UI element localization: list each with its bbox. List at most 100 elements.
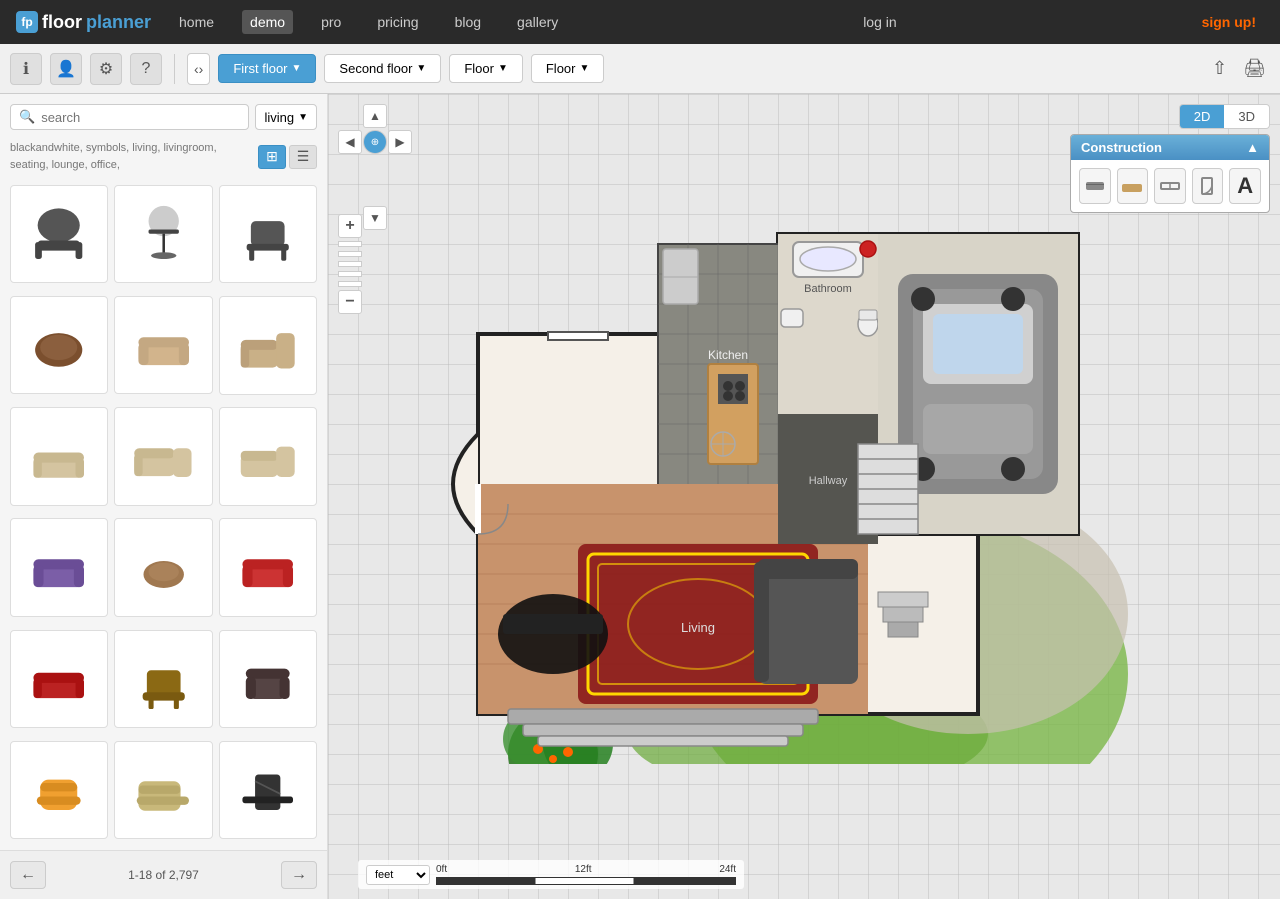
svg-text:Living: Living bbox=[681, 620, 715, 635]
help-icon[interactable]: ? bbox=[130, 53, 162, 85]
svg-text:Kitchen: Kitchen bbox=[708, 348, 748, 362]
svg-text:Hallway: Hallway bbox=[809, 475, 848, 487]
zoom-tick-2 bbox=[338, 251, 362, 257]
construction-collapse[interactable]: ▲ bbox=[1246, 140, 1259, 155]
furniture-item-7[interactable] bbox=[114, 407, 212, 505]
scale-bar: feet meters 0ft 12ft 24ft bbox=[358, 860, 744, 889]
furniture-item-17[interactable] bbox=[219, 741, 317, 839]
furniture-item-10[interactable] bbox=[114, 518, 212, 616]
floor-tab-second[interactable]: Second floor ▼ bbox=[324, 54, 441, 83]
furniture-item-15[interactable] bbox=[10, 741, 108, 839]
pan-center-button[interactable]: ⊕ bbox=[363, 130, 387, 154]
pan-down-button[interactable]: ▼ bbox=[363, 206, 387, 230]
furniture-item-9[interactable] bbox=[10, 518, 108, 616]
furniture-item-12[interactable] bbox=[10, 630, 108, 728]
furniture-item-3[interactable] bbox=[10, 296, 108, 394]
print-icon[interactable]: 🖨 bbox=[1239, 54, 1270, 83]
list-view-btn[interactable]: ☰ bbox=[289, 145, 317, 169]
view-mode-toggle: 2D 3D bbox=[1179, 104, 1270, 129]
furniture-item-0[interactable] bbox=[10, 185, 108, 283]
mode-2d-button[interactable]: 2D bbox=[1180, 105, 1225, 128]
signup-link[interactable]: sign up! bbox=[1194, 10, 1264, 34]
ruler-bar bbox=[436, 877, 736, 885]
nav-pricing[interactable]: pricing bbox=[369, 10, 426, 34]
search-icon: 🔍 bbox=[19, 109, 35, 125]
toolbar: ℹ 👤 ⚙ ? ‹› First floor ▼ Second floor ▼ … bbox=[0, 44, 1280, 94]
furniture-item-1[interactable] bbox=[114, 185, 212, 283]
furniture-item-13[interactable] bbox=[114, 630, 212, 728]
search-bar: 🔍 living ▼ bbox=[0, 94, 327, 140]
pan-right-button[interactable]: ▶ bbox=[388, 130, 412, 154]
main-area: 🔍 living ▼ blackandwhite, symbols, livin… bbox=[0, 94, 1280, 899]
share-icon[interactable]: ⇧ bbox=[1208, 54, 1231, 83]
user-icon[interactable]: 👤 bbox=[50, 53, 82, 85]
zoom-out-button[interactable]: − bbox=[338, 290, 362, 314]
unit-select[interactable]: feet meters bbox=[366, 865, 430, 885]
window-tool[interactable] bbox=[1154, 168, 1186, 204]
page-info: 1-18 of 2,797 bbox=[56, 868, 271, 882]
nav-pro[interactable]: pro bbox=[313, 10, 349, 34]
prev-page-button[interactable]: ← bbox=[10, 861, 46, 889]
nav-gallery[interactable]: gallery bbox=[509, 10, 566, 34]
zoom-tick-3 bbox=[338, 261, 362, 267]
furniture-item-4[interactable] bbox=[114, 296, 212, 394]
svg-text:Bathroom: Bathroom bbox=[804, 283, 852, 295]
construction-panel: Construction ▲ A bbox=[1070, 134, 1270, 213]
dropdown-arrow: ▼ bbox=[298, 112, 308, 123]
grid-view-btn[interactable]: ⊞ bbox=[258, 145, 286, 169]
floor-tool[interactable] bbox=[1117, 168, 1149, 204]
pan-left-button[interactable]: ◀ bbox=[338, 130, 362, 154]
wall-tool[interactable] bbox=[1079, 168, 1111, 204]
nav-cross: ◀ ⊕ ▶ bbox=[338, 130, 412, 204]
search-input-wrap[interactable]: 🔍 bbox=[10, 104, 249, 130]
pan-up-button[interactable]: ▲ bbox=[363, 104, 387, 128]
ruler-labels: 0ft 12ft 24ft bbox=[436, 864, 736, 875]
scale-label-1: 12ft bbox=[575, 864, 592, 875]
toolbar-right: ⇧ 🖨 bbox=[1208, 54, 1270, 83]
login-link[interactable]: log in bbox=[855, 10, 904, 34]
sidebar: 🔍 living ▼ blackandwhite, symbols, livin… bbox=[0, 94, 328, 899]
search-input[interactable] bbox=[41, 110, 240, 125]
sidebar-footer: ← 1-18 of 2,797 → bbox=[0, 850, 327, 899]
scale-label-2: 24ft bbox=[719, 864, 736, 875]
furniture-item-8[interactable] bbox=[219, 407, 317, 505]
floorplan-svg[interactable]: Bathroom Garage bbox=[378, 114, 1158, 764]
nav-arrows[interactable]: ‹› bbox=[187, 53, 210, 85]
floor-tab-first[interactable]: First floor ▼ bbox=[218, 54, 316, 83]
nav-demo[interactable]: demo bbox=[242, 10, 293, 34]
logo-text: floor bbox=[42, 12, 82, 33]
zoom-in-button[interactable]: + bbox=[338, 214, 362, 238]
navigation-controls: ▲ ◀ ⊕ ▶ ▼ bbox=[338, 104, 412, 230]
tags-list: blackandwhite, symbols, living, livingro… bbox=[0, 140, 327, 181]
nav-blog[interactable]: blog bbox=[447, 10, 489, 34]
divider bbox=[174, 54, 175, 84]
furniture-item-11[interactable] bbox=[219, 518, 317, 616]
construction-header: Construction ▲ bbox=[1071, 135, 1269, 160]
category-dropdown[interactable]: living ▼ bbox=[255, 104, 317, 130]
mode-3d-button[interactable]: 3D bbox=[1224, 105, 1269, 128]
logo-suffix: planner bbox=[86, 12, 151, 33]
next-page-button[interactable]: → bbox=[281, 861, 317, 889]
furniture-item-2[interactable] bbox=[219, 185, 317, 283]
construction-title: Construction bbox=[1081, 140, 1162, 155]
canvas-area[interactable]: ▲ ◀ ⊕ ▶ ▼ + − 2D 3D Construction bbox=[328, 94, 1280, 899]
top-navigation: fp floor planner home demo pro pricing b… bbox=[0, 0, 1280, 44]
zoom-controls: + − bbox=[338, 214, 362, 314]
nav-home[interactable]: home bbox=[171, 10, 222, 34]
logo-icon: fp bbox=[16, 11, 38, 33]
zoom-tick-4 bbox=[338, 271, 362, 277]
furniture-item-5[interactable] bbox=[219, 296, 317, 394]
text-tool[interactable]: A bbox=[1229, 168, 1261, 204]
settings-icon[interactable]: ⚙ bbox=[90, 53, 122, 85]
floor-tab-4[interactable]: Floor ▼ bbox=[531, 54, 605, 83]
furniture-item-16[interactable] bbox=[114, 741, 212, 839]
door-tool[interactable] bbox=[1192, 168, 1224, 204]
info-icon[interactable]: ℹ bbox=[10, 53, 42, 85]
furniture-item-14[interactable] bbox=[219, 630, 317, 728]
zoom-tick-5 bbox=[338, 281, 362, 287]
zoom-tick-1 bbox=[338, 241, 362, 247]
logo[interactable]: fp floor planner bbox=[16, 11, 151, 33]
furniture-grid bbox=[0, 181, 327, 850]
floor-tab-3[interactable]: Floor ▼ bbox=[449, 54, 523, 83]
furniture-item-6[interactable] bbox=[10, 407, 108, 505]
